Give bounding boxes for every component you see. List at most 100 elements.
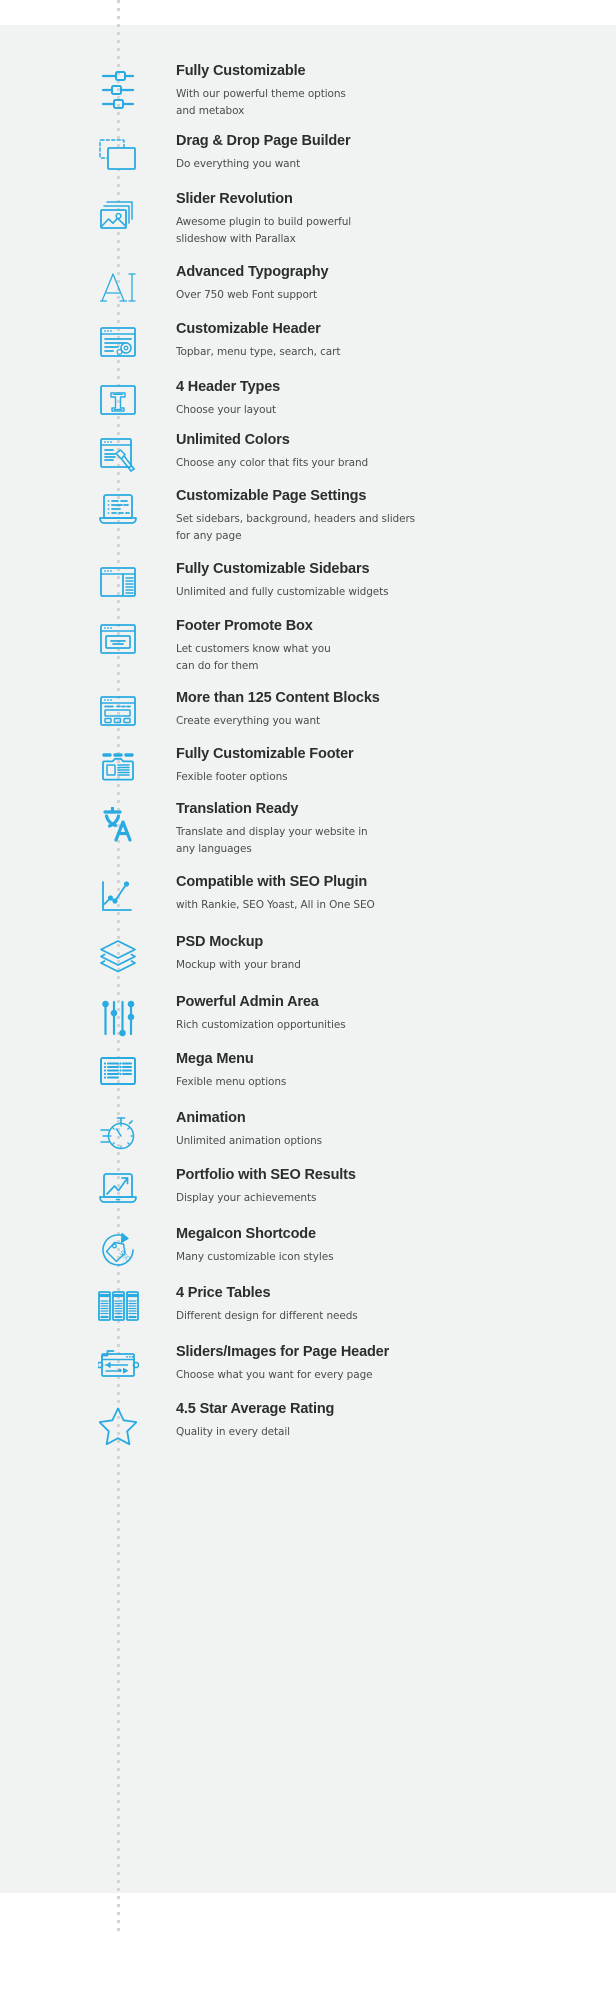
feature-text: PSD Mockup Mockup with your brand: [176, 933, 596, 974]
feature-text: MegaIcon Shortcode Many customizable icon…: [176, 1225, 596, 1266]
feature-description-line: Unlimited and fully customizable widgets: [176, 586, 389, 599]
feature-title: Fully Customizable Sidebars: [176, 561, 370, 577]
feature-description: Many customizable icon styles: [176, 1249, 596, 1266]
feature-description-line: for any page: [176, 530, 242, 543]
feature-title: Translation Ready: [176, 801, 299, 817]
feature-text: Drag & Drop Page Builder Do everything yo…: [176, 132, 596, 173]
feature-description: Choose your layout: [176, 402, 596, 419]
typography-serif-ai-icon: [82, 263, 154, 311]
feature-description-line: Fexible footer options: [176, 771, 288, 784]
feature-title: Slider Revolution: [176, 191, 293, 207]
feature-description: Fexible menu options: [176, 1074, 596, 1091]
feature-text: Footer Promote Box Let customers know wha…: [176, 617, 596, 675]
feature-description: with Rankie, SEO Yoast, All in One SEO: [176, 897, 596, 914]
stopwatch-animation-icon: [82, 1109, 154, 1159]
page-header-slider-icon: [82, 1343, 154, 1385]
feature-description: Rich customization opportunities: [176, 1017, 596, 1034]
feature-description: Translate and display your website in any…: [176, 824, 596, 858]
feature-title: Footer Promote Box: [176, 618, 313, 634]
feature-title: 4 Price Tables: [176, 1285, 271, 1301]
seo-line-chart-icon: [82, 873, 154, 921]
feature-text: More than 125 Content Blocks Create every…: [176, 689, 596, 730]
content-blocks-grid-icon: [82, 689, 154, 733]
feature-description: Display your achievements: [176, 1190, 596, 1207]
feature-description-line: Let customers know what you: [176, 643, 331, 656]
feature-text: Compatible with SEO Plugin with Rankie, S…: [176, 873, 596, 914]
feature-text: Slider Revolution Awesome plugin to build…: [176, 190, 596, 248]
feature-title: Mega Menu: [176, 1051, 254, 1067]
feature-description-line: Choose your layout: [176, 404, 277, 417]
feature-title: Customizable Header: [176, 321, 321, 337]
feature-description-line: Translate and display your website in: [176, 826, 368, 839]
feature-description-line: Do everything you want: [176, 158, 301, 171]
feature-title: Powerful Admin Area: [176, 994, 319, 1010]
layers-psd-icon: [82, 933, 154, 980]
feature-description-line: and metabox: [176, 105, 245, 118]
feature-description-line: Choose any color that fits your brand: [176, 457, 369, 470]
image-stack-slider-icon: [82, 190, 154, 238]
drag-drop-page-builder-icon: [82, 132, 154, 178]
browser-promo-box-icon: [82, 617, 154, 661]
mega-menu-list-icon: [82, 1050, 154, 1092]
feature-description: Choose what you want for every page: [176, 1367, 596, 1384]
feature-description-line: Rich customization opportunities: [176, 1019, 346, 1032]
feature-description: Set sidebars, background, headers and sl…: [176, 511, 596, 545]
feature-description: Different design for different needs: [176, 1308, 596, 1325]
feature-description-line: Mockup with your brand: [176, 959, 301, 972]
feature-text: Fully Customizable Sidebars Unlimited and…: [176, 560, 596, 601]
feature-title: Customizable Page Settings: [176, 488, 367, 504]
feature-description-line: Awesome plugin to build powerful: [176, 216, 352, 229]
browser-sidebar-icon: [82, 560, 154, 604]
feature-description: Awesome plugin to build powerful slidesho…: [176, 214, 596, 248]
feature-text: Portfolio with SEO Results Display your a…: [176, 1166, 596, 1207]
feature-description-line: Quality in every detail: [176, 1426, 290, 1439]
feature-text: Powerful Admin Area Rich customization op…: [176, 993, 596, 1034]
footer-layout-icon: [82, 745, 154, 789]
feature-description: Fexible footer options: [176, 769, 596, 786]
feature-title: 4.5 Star Average Rating: [176, 1401, 335, 1417]
feature-title: Fully Customizable: [176, 63, 306, 79]
feature-title: Sliders/Images for Page Header: [176, 1344, 390, 1360]
feature-title: MegaIcon Shortcode: [176, 1226, 316, 1242]
feature-description-line: Fexible menu options: [176, 1076, 287, 1089]
feature-description: Topbar, menu type, search, cart: [176, 344, 596, 361]
feature-text: Customizable Page Settings Set sidebars, …: [176, 487, 596, 545]
feature-title: Animation: [176, 1110, 246, 1126]
letter-t-box-icon: [82, 378, 154, 422]
feature-text: 4 Price Tables Different design for diffe…: [176, 1284, 596, 1325]
feature-description: Create everything you want: [176, 713, 596, 730]
feature-description: With our powerful theme options and metab…: [176, 86, 596, 120]
star-rating-icon: [82, 1400, 154, 1452]
feature-title: Compatible with SEO Plugin: [176, 874, 368, 890]
feature-description-line: any languages: [176, 843, 252, 856]
feature-text: Advanced Typography Over 750 web Font sup…: [176, 263, 596, 304]
feature-description: Let customers know what you can do for th…: [176, 641, 596, 675]
translate-language-icon: [82, 800, 154, 850]
svg-text:SEO: SEO: [118, 1249, 132, 1263]
feature-description-line: Choose what you want for every page: [176, 1369, 373, 1382]
feature-description: Over 750 web Font support: [176, 287, 596, 304]
admin-sliders-icon: [82, 993, 154, 1045]
feature-description-line: slideshow with Parallax: [176, 233, 296, 246]
feature-description: Unlimited and fully customizable widgets: [176, 584, 596, 601]
feature-description: Quality in every detail: [176, 1424, 596, 1441]
feature-description: Unlimited animation options: [176, 1133, 596, 1150]
feature-description-line: can do for them: [176, 660, 259, 673]
feature-title: 4 Header Types: [176, 379, 281, 395]
feature-title: Fully Customizable Footer: [176, 746, 354, 762]
feature-description-line: Different design for different needs: [176, 1310, 358, 1323]
feature-description: Choose any color that fits your brand: [176, 455, 596, 472]
price-tables-columns-icon: [82, 1284, 154, 1328]
feature-title: PSD Mockup: [176, 934, 264, 950]
feature-text: Unlimited Colors Choose any color that fi…: [176, 431, 596, 472]
feature-title: More than 125 Content Blocks: [176, 690, 380, 706]
browser-paintbrush-icon: [82, 431, 154, 481]
laptop-growth-chart-icon: [82, 1166, 154, 1210]
feature-description: Do everything you want: [176, 156, 596, 173]
feature-title: Unlimited Colors: [176, 432, 290, 448]
browser-gear-header-icon: [82, 320, 154, 364]
feature-description-line: Create everything you want: [176, 715, 321, 728]
feature-text: Translation Ready Translate and display y…: [176, 800, 596, 858]
feature-description: Mockup with your brand: [176, 957, 596, 974]
feature-text: Animation Unlimited animation options: [176, 1109, 596, 1150]
